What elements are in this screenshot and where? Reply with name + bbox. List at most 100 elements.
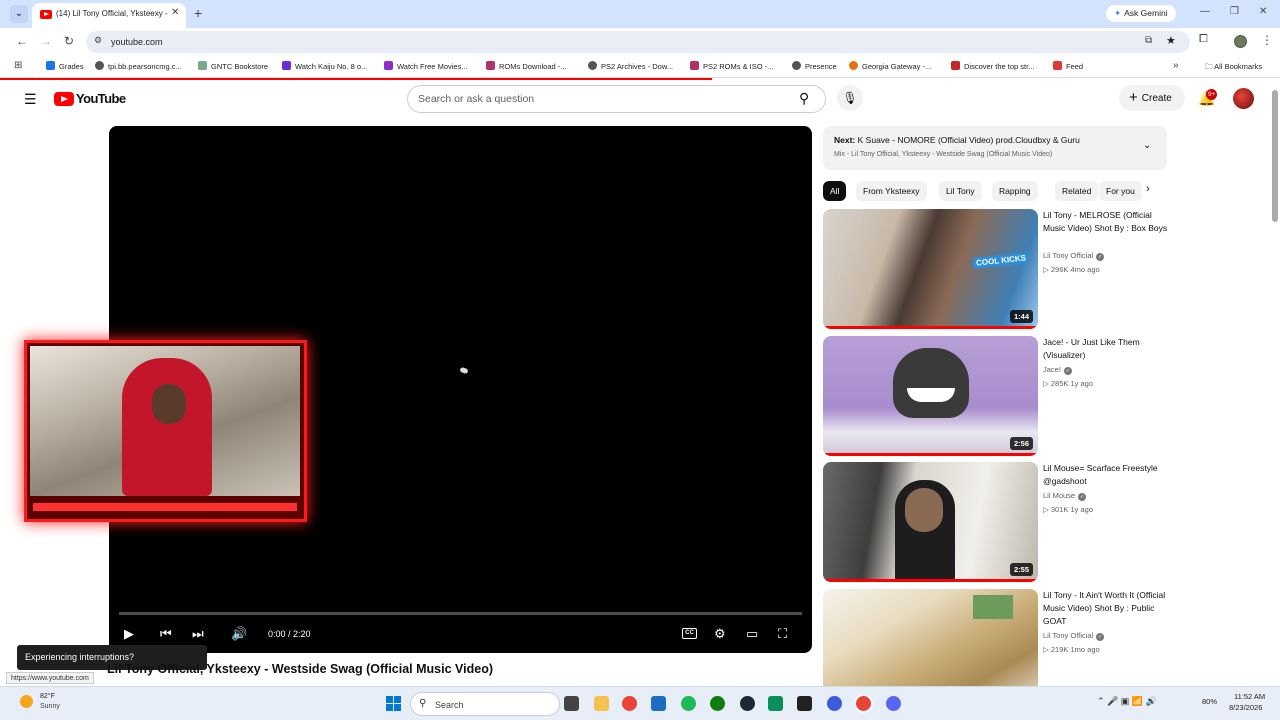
steam-icon[interactable]: [740, 696, 755, 711]
video-progress-bar[interactable]: [119, 612, 802, 615]
recommendation-channel[interactable]: Lil Tony Official ✓: [1043, 251, 1105, 261]
windows-taskbar: 82°F Sunny ⚲ Search ⌃ 🎤 ▣ 📶 🔊 80% 11:52 …: [0, 686, 1280, 720]
hamburger-menu-icon[interactable]: ☰: [24, 91, 37, 108]
chrome-icon[interactable]: [622, 696, 637, 711]
browser-profile-avatar[interactable]: [1234, 35, 1247, 48]
edge-app-icon[interactable]: [827, 696, 842, 711]
store-icon[interactable]: [651, 696, 666, 711]
bookmark-presence[interactable]: Presence: [792, 61, 837, 71]
theater-mode-icon[interactable]: ▭: [746, 626, 758, 642]
recommendation-title[interactable]: Lil Tony - It Ain't Worth It (Official M…: [1043, 589, 1167, 628]
recommendation-channel[interactable]: Lil Mouse ✓: [1043, 491, 1087, 501]
voice-search-mic-icon[interactable]: 🎙: [837, 85, 863, 111]
system-tray-icons[interactable]: ⌃ 🎤 ▣ 📶 🔊: [1097, 696, 1157, 707]
recommendation-title[interactable]: Lil Mouse= Scarface Freestyle @gadshoot: [1043, 462, 1169, 488]
app-icon[interactable]: [768, 696, 783, 711]
chip-related[interactable]: Related: [1055, 181, 1099, 201]
chip-all[interactable]: All: [823, 181, 847, 201]
all-bookmarks-link[interactable]: 🗀 All Bookmarks: [1205, 61, 1262, 74]
watched-progress-bar: [823, 579, 1038, 582]
bookmark-pearson[interactable]: tpi.bb.pearsoncmg.c...: [95, 61, 182, 71]
settings-gear-icon[interactable]: ⚙: [714, 626, 726, 642]
bookmark-ps2-roms[interactable]: PS2 ROMs & ISO -...: [690, 61, 773, 71]
create-button[interactable]: + Create: [1119, 85, 1185, 111]
clock-date[interactable]: 8/23/2026: [1229, 703, 1262, 712]
tab-search-chevron-icon[interactable]: ⌄: [10, 5, 28, 23]
back-arrow-icon[interactable]: ←: [16, 34, 28, 48]
xbox-icon[interactable]: [710, 696, 725, 711]
recommendation-item[interactable]: COOL KICKS 1:44 Lil Tony - MELROSE (Offi…: [823, 209, 1167, 329]
tab-youtube[interactable]: (14) Lil Tony Official, Yksteexy - ... ✕: [32, 3, 186, 28]
thumbnail-cash-graphic: [973, 595, 1013, 619]
video-thumbnail[interactable]: 2:55: [823, 462, 1038, 582]
chip-from-yksteexy[interactable]: From Yksteexy: [856, 181, 927, 201]
recommendation-meta: ▷ 219K 1mo ago: [1043, 645, 1100, 654]
bookmark-ps2-archives[interactable]: PS2 Archives - Dow...: [588, 61, 673, 71]
browser-menu-icon[interactable]: ⋮: [1261, 33, 1273, 47]
recommendation-item[interactable]: 2:55 Lil Mouse= Scarface Freestyle @gads…: [823, 462, 1167, 582]
play-icon[interactable]: ▶: [124, 626, 134, 642]
video-thumbnail[interactable]: COOL KICKS 1:44: [823, 209, 1038, 329]
scrollbar-thumb[interactable]: [1272, 90, 1278, 222]
install-app-icon[interactable]: ⧉: [1145, 35, 1152, 46]
apps-grid-icon[interactable]: ⊞: [14, 60, 22, 71]
recommendation-meta: ▷ 301K 1y ago: [1043, 505, 1094, 514]
task-view-icon[interactable]: [564, 696, 579, 711]
battery-percent[interactable]: 80%: [1202, 697, 1217, 706]
reload-icon[interactable]: ↻: [64, 34, 74, 48]
spotify-icon[interactable]: [681, 696, 696, 711]
discord-icon[interactable]: [886, 696, 901, 711]
chip-lil-tony[interactable]: Lil Tony: [939, 181, 982, 201]
window-close-icon[interactable]: ✕: [1259, 6, 1267, 17]
chip-for-you[interactable]: For you: [1099, 181, 1142, 201]
recommendation-item[interactable]: 2:56 Jace! - Ur Just Like Them (Visualiz…: [823, 336, 1167, 456]
bookmark-georgia-gateway[interactable]: Georgia Gateway -...: [849, 61, 931, 71]
previous-icon[interactable]: ⏮: [160, 626, 172, 642]
address-bar[interactable]: ⚙ youtube.com ⧉ ★: [86, 31, 1190, 53]
search-input[interactable]: [418, 93, 778, 105]
volume-icon[interactable]: 🔊: [231, 626, 247, 642]
chrome-active-icon[interactable]: [856, 696, 871, 711]
bookmark-grades[interactable]: Grades: [46, 61, 84, 71]
forward-arrow-icon[interactable]: →: [40, 34, 52, 48]
video-thumbnail[interactable]: [823, 589, 1038, 686]
bookmark-discover[interactable]: Discover the top str...: [951, 61, 1034, 71]
recommendation-item[interactable]: Lil Tony - It Ain't Worth It (Official M…: [823, 589, 1167, 686]
clock-time[interactable]: 11:52 AM: [1234, 692, 1265, 701]
recommendation-title[interactable]: Lil Tony - MELROSE (Official Music Video…: [1043, 209, 1169, 235]
account-avatar[interactable]: [1233, 88, 1254, 109]
recommendation-title[interactable]: Jace! - Ur Just Like Them (Visualizer): [1043, 336, 1169, 362]
recommendation-channel[interactable]: Jace! ✓: [1043, 365, 1072, 375]
bookmark-star-icon[interactable]: ★: [1166, 34, 1176, 47]
chip-rapping[interactable]: Rapping: [992, 181, 1038, 201]
bookmark-free-movies[interactable]: Watch Free Movies...: [384, 61, 468, 71]
recommendation-channel[interactable]: Lil Tony Official ✓: [1043, 631, 1105, 641]
restore-icon[interactable]: ❐: [1230, 6, 1239, 17]
search-icon[interactable]: ⚲: [799, 90, 809, 107]
site-info-icon[interactable]: ⚙: [94, 35, 102, 46]
captions-icon[interactable]: CC: [682, 628, 697, 639]
youtube-logo-icon[interactable]: [54, 92, 74, 106]
bookmark-feed[interactable]: Feed: [1053, 61, 1083, 71]
ask-gemini-button[interactable]: ✦ Ask Gemini: [1106, 5, 1176, 22]
bookmark-roms[interactable]: ROMs Download -...: [486, 61, 567, 71]
up-next-card[interactable]: Next: K Suave - NOMORE (Official Video) …: [823, 126, 1167, 170]
windows-start-icon[interactable]: [386, 696, 401, 711]
sun-weather-icon[interactable]: [20, 695, 33, 708]
extensions-puzzle-icon[interactable]: ⧠: [1199, 33, 1208, 46]
file-explorer-icon[interactable]: [594, 696, 609, 711]
chevron-down-icon[interactable]: ⌄: [1143, 140, 1151, 151]
chevron-right-icon[interactable]: ›: [1146, 183, 1150, 195]
youtube-wordmark[interactable]: YouTube: [76, 91, 126, 106]
minimize-icon[interactable]: —: [1200, 6, 1210, 17]
new-tab-plus-icon[interactable]: +: [194, 5, 202, 21]
bookmark-kaiju[interactable]: Watch Kaiju No. 8 o...: [282, 61, 367, 71]
tab-close-icon[interactable]: ✕: [171, 7, 179, 18]
stocks-app-icon[interactable]: [797, 696, 812, 711]
video-thumbnail[interactable]: 2:56: [823, 336, 1038, 456]
taskbar-search[interactable]: ⚲ Search: [410, 692, 560, 716]
fullscreen-icon[interactable]: ⛶: [778, 626, 787, 642]
bookmarks-overflow-icon[interactable]: »: [1173, 60, 1179, 71]
next-icon[interactable]: ⏭: [192, 626, 204, 642]
bookmark-gntc[interactable]: GNTC Bookstore: [198, 61, 268, 71]
